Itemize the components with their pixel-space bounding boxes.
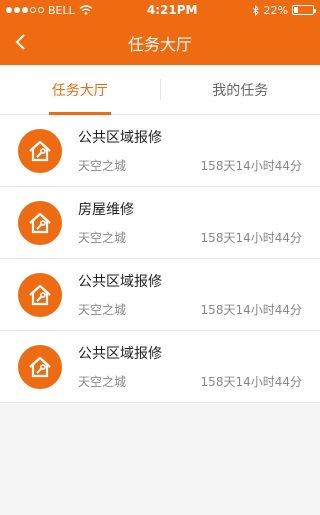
status-left: BELL <box>6 4 93 17</box>
task-location: 天空之城 <box>78 303 127 317</box>
task-time-left: 158天14小时44分 <box>200 159 302 173</box>
house-repair-icon <box>18 272 62 317</box>
task-location: 天空之城 <box>78 159 127 173</box>
house-repair-icon <box>18 200 62 245</box>
task-time-left: 158天14小时44分 <box>200 303 302 317</box>
status-bar: BELL 4:21PM 22% <box>0 0 320 20</box>
task-item[interactable]: 房屋维修 天空之城 158天14小时44分 <box>0 187 320 259</box>
status-right: 22% <box>252 3 316 17</box>
carrier-label: BELL <box>48 3 75 17</box>
task-list: 公共区域报修 天空之城 158天14小时44分 房屋维修 天空之城 158天14… <box>0 115 320 403</box>
task-body: 公共区域报修 天空之城 158天14小时44分 <box>78 115 302 186</box>
task-body: 公共区域报修 天空之城 158天14小时44分 <box>78 259 302 330</box>
signal-dots-icon <box>6 7 44 13</box>
task-meta: 天空之城 158天14小时44分 <box>78 301 302 318</box>
battery-icon <box>292 5 316 15</box>
task-item[interactable]: 公共区域报修 天空之城 158天14小时44分 <box>0 259 320 331</box>
nav-bar: 任务大厅 <box>0 20 320 65</box>
chevron-left-icon[interactable] <box>12 32 32 52</box>
task-item[interactable]: 公共区域报修 天空之城 158天14小时44分 <box>0 331 320 403</box>
battery-percent: 22% <box>263 3 288 17</box>
tab-task-hall[interactable]: 任务大厅 <box>0 65 160 115</box>
task-time-left: 158天14小时44分 <box>200 375 302 389</box>
task-meta: 天空之城 158天14小时44分 <box>78 157 302 174</box>
task-item[interactable]: 公共区域报修 天空之城 158天14小时44分 <box>0 115 320 187</box>
tab-my-tasks[interactable]: 我的任务 <box>161 65 320 114</box>
task-location: 天空之城 <box>78 375 127 389</box>
task-title: 公共区域报修 <box>78 346 162 362</box>
house-repair-icon <box>18 344 62 389</box>
wifi-icon <box>79 5 93 15</box>
bluetooth-icon <box>252 4 259 16</box>
top-bar: BELL 4:21PM 22% 任务大厅 <box>0 0 320 65</box>
task-time-left: 158天14小时44分 <box>200 231 302 245</box>
status-time: 4:21PM <box>146 3 198 17</box>
task-location: 天空之城 <box>78 231 127 245</box>
task-meta: 天空之城 158天14小时44分 <box>78 373 302 390</box>
battery-fill <box>294 7 298 13</box>
task-title: 公共区域报修 <box>78 130 162 146</box>
task-body: 房屋维修 天空之城 158天14小时44分 <box>78 187 302 258</box>
app-screen: BELL 4:21PM 22% 任务大厅 任务大厅 我的任务 公共区域报修 天空… <box>0 0 320 515</box>
task-title: 公共区域报修 <box>78 274 162 290</box>
task-title: 房屋维修 <box>78 202 134 218</box>
task-meta: 天空之城 158天14小时44分 <box>78 229 302 246</box>
tab-bar: 任务大厅 我的任务 <box>0 65 320 115</box>
house-repair-icon <box>18 128 62 173</box>
task-body: 公共区域报修 天空之城 158天14小时44分 <box>78 331 302 402</box>
page-title: 任务大厅 <box>127 34 192 54</box>
